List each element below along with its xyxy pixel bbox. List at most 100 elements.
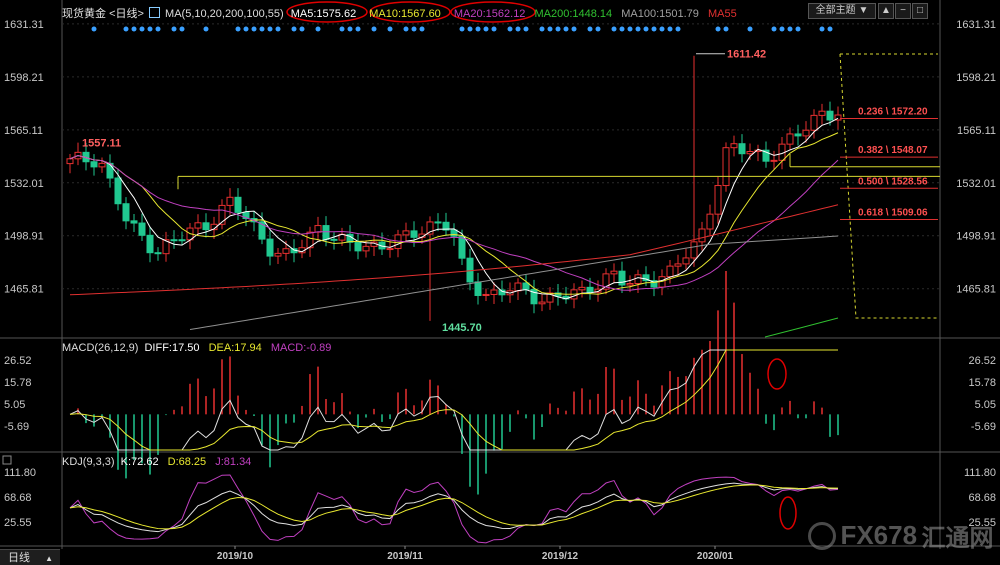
signal-dot <box>779 26 785 32</box>
macd-diff: DIFF:17.50 <box>144 342 200 354</box>
signal-dot <box>171 26 177 32</box>
candle-body <box>770 159 778 162</box>
signal-dot <box>619 26 625 32</box>
candle-body <box>722 147 730 187</box>
x-axis-label: 2019/11 <box>387 551 423 562</box>
signal-dot <box>147 26 153 32</box>
macd-tick-label: 15.78 <box>968 377 996 389</box>
kdj-k: K:72.62 <box>120 456 159 468</box>
macd-tick-label: 5.05 <box>975 399 996 411</box>
candle-body <box>490 289 498 295</box>
minus-icon: − <box>900 5 906 16</box>
signal-dot <box>403 26 409 32</box>
square-icon: □ <box>916 5 924 16</box>
candle-body <box>434 221 442 224</box>
candle-body <box>818 110 826 116</box>
signal-dot <box>795 26 801 32</box>
candle-body <box>474 281 482 296</box>
fib-level-label: 0.618 \ 1509.06 <box>858 208 928 219</box>
signal-dot <box>539 26 545 32</box>
candle-body <box>282 248 290 254</box>
price-tick-label: 1498.91 <box>956 231 996 243</box>
candle-body <box>226 196 234 206</box>
chevron-down-icon: ▼ <box>858 5 869 16</box>
theme-dropdown[interactable]: 全部主题 ▼ <box>808 3 876 19</box>
settings-icon <box>2 455 12 465</box>
candle-body <box>362 245 370 252</box>
high-price-label: 1611.42 <box>727 49 766 61</box>
period-label[interactable]: <日线> <box>109 8 144 20</box>
signal-dot <box>547 26 553 32</box>
chevron-up-icon: ▲ <box>881 5 891 16</box>
candle-body <box>802 129 810 137</box>
signal-dot <box>371 26 377 32</box>
signal-dot <box>747 26 753 32</box>
signal-dot <box>715 26 721 32</box>
candle-body <box>698 228 706 243</box>
signal-dot <box>123 26 129 32</box>
signal-dot <box>243 26 249 32</box>
candle-body <box>450 229 458 237</box>
highlight-ellipse <box>767 358 787 390</box>
collapse-button[interactable]: ▲ <box>878 3 894 19</box>
chart-window: 1631.31 1631.31 1598.21 1598.21 1565.11 1565.… <box>0 0 1000 565</box>
kdj-tick-label: 68.68 <box>4 492 32 504</box>
kdj-j-line <box>69 474 839 544</box>
candle-body <box>826 110 834 121</box>
price-tick-label: 1565.11 <box>4 125 43 137</box>
ma-icon <box>148 7 160 18</box>
signal-dot <box>259 26 265 32</box>
signal-dot <box>667 26 673 32</box>
minimize-button[interactable]: − <box>895 3 911 19</box>
price-tick-label: 1598.21 <box>956 72 996 84</box>
candle-body <box>746 151 754 155</box>
candle-body <box>626 283 634 286</box>
candle-body <box>274 252 282 257</box>
signal-dot <box>419 26 425 32</box>
fib-level-label: 0.236 \ 1572.20 <box>858 106 928 117</box>
period-tab[interactable]: 日线 ▲ <box>0 549 60 565</box>
price-tick-label: 1532.01 <box>4 178 44 190</box>
kdj-header: KDJ(9,3,3) K:72.62 D:68.25 J:81.34 <box>62 456 251 468</box>
ma5-value: MA5:1575.62 <box>290 8 357 20</box>
x-axis-label: 2019/12 <box>542 551 579 562</box>
candle-body <box>586 286 594 293</box>
candle-body <box>202 222 210 231</box>
candles <box>66 55 842 321</box>
watermark: FX678 汇通网 <box>808 518 994 553</box>
kdj-d-line <box>69 484 839 530</box>
theme-dropdown-label: 全部主题 <box>815 5 856 16</box>
candle-body <box>786 133 794 145</box>
signal-dot <box>483 26 489 32</box>
signal-dot <box>827 26 833 32</box>
candle-body <box>354 241 362 252</box>
candle-body <box>322 225 330 240</box>
candle-body <box>482 293 490 296</box>
macd-tick-label: 26.52 <box>4 355 32 367</box>
candle-body <box>674 263 682 267</box>
restore-button[interactable]: □ <box>912 3 928 19</box>
macd-tick-label: -5.69 <box>971 421 996 433</box>
signal-dot <box>523 26 529 32</box>
signal-dot <box>339 26 345 32</box>
candle-body <box>810 114 818 131</box>
candle-body <box>610 270 618 275</box>
price-tick-label: 1631.31 <box>4 19 44 31</box>
symbol-name: 现货黄金 <box>62 8 106 20</box>
signal-dot <box>515 26 521 32</box>
candle-body <box>410 230 418 238</box>
signal-dot <box>387 26 393 32</box>
low-price-label: 1445.70 <box>442 322 482 334</box>
ma-params: MA(5,10,20,200,100,55) <box>165 8 284 20</box>
chart-header: 现货黄金 <日线> MA(5,10,20,200,100,55) MA5:157… <box>62 5 737 21</box>
ma100-value: MA100:1501.79 <box>621 8 699 20</box>
macd-tick-label: 5.05 <box>4 399 25 411</box>
signal-dot <box>675 26 681 32</box>
signal-dot <box>563 26 569 32</box>
price-tick-label: 1565.11 <box>957 125 996 137</box>
price-tick-label: 1465.81 <box>956 284 996 296</box>
signal-dot <box>595 26 601 32</box>
x-axis-label: 2020/01 <box>697 551 734 562</box>
candle-body <box>706 213 714 230</box>
price-tick-label: 1598.21 <box>4 72 44 84</box>
